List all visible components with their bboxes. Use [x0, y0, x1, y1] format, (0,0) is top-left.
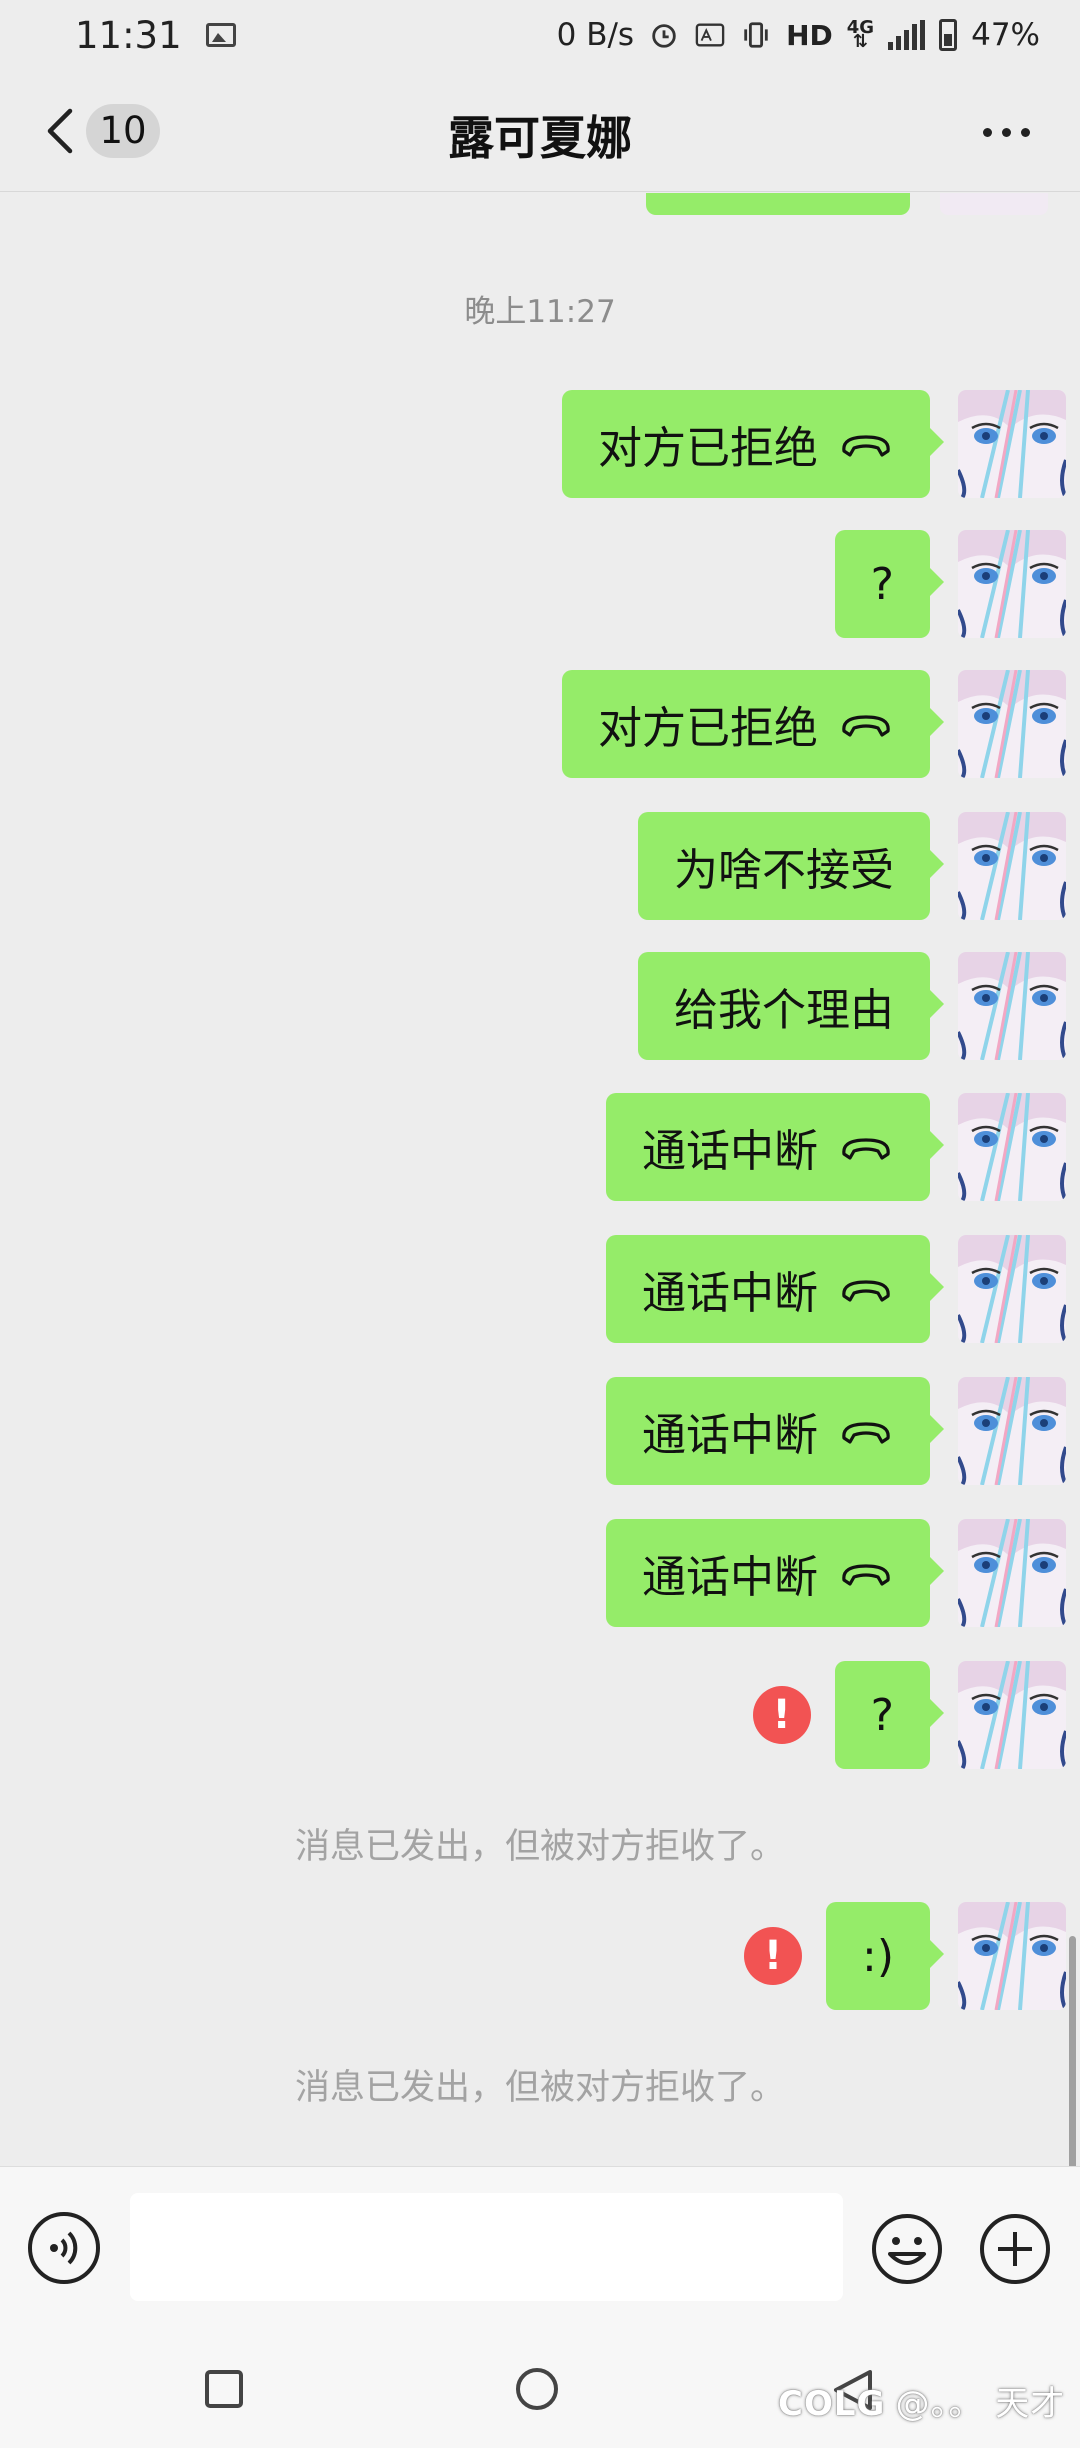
scrollbar[interactable]	[1069, 1936, 1076, 2166]
message-text: 给我个理由	[674, 985, 894, 1036]
avatar[interactable]	[958, 1661, 1066, 1769]
call-record-bubble[interactable]: 对方已拒绝	[562, 390, 944, 498]
message-text: ?	[870, 558, 894, 610]
auto-brightness-icon	[695, 23, 725, 47]
call-record-bubble[interactable]: 通话中断	[606, 1377, 944, 1485]
battery-level: 47%	[971, 17, 1040, 53]
previous-message-bubble	[646, 193, 910, 215]
avatar[interactable]	[958, 1377, 1066, 1485]
message-list[interactable]: 晚上11:27 对方已拒绝? 对方已拒绝 为啥不接受 给我个理由 通话中断 通话中断 通话中…	[0, 193, 1080, 2166]
message-row: 通话中断	[606, 1376, 1066, 1486]
avatar[interactable]	[958, 670, 1066, 778]
message-row: !:)	[744, 1901, 1066, 2011]
watermark-brand: COLG	[778, 2384, 886, 2424]
input-bar	[0, 2166, 1080, 2306]
alarm-icon	[652, 24, 676, 48]
recent-apps-button[interactable]	[205, 2370, 243, 2408]
status-time: 11:31	[75, 13, 182, 57]
message-text: 通话中断	[642, 1552, 818, 1603]
message-row: !?	[752, 1660, 1066, 1770]
call-record-bubble[interactable]: 通话中断	[606, 1235, 944, 1343]
call-record-bubble[interactable]: 通话中断	[606, 1519, 944, 1627]
system-nav-bar: COLG @。。 天才	[0, 2306, 1080, 2448]
message-row: 通话中断	[606, 1518, 1066, 1628]
previous-message-avatar	[940, 193, 1048, 215]
battery-icon	[939, 19, 958, 51]
plus-icon[interactable]	[978, 2212, 1052, 2286]
phone-hangup-icon	[842, 1280, 890, 1302]
chat-header: 10 露可夏娜	[0, 70, 1080, 192]
avatar[interactable]	[958, 1093, 1066, 1201]
send-failed-icon[interactable]: !	[744, 1927, 802, 1985]
rejected-notice: 消息已发出，但被对方拒收了。	[294, 2068, 785, 2108]
watermark-handle: @。。 天才	[895, 2384, 1066, 2424]
avatar[interactable]	[958, 812, 1066, 920]
message-text: 通话中断	[642, 1126, 818, 1177]
phone-hangup-icon	[842, 1564, 890, 1586]
network-type: 4G ⇅	[846, 17, 875, 52]
message-text: 为啥不接受	[674, 845, 894, 896]
network-speed: 0 B/s	[556, 17, 635, 53]
message-text: 通话中断	[642, 1268, 818, 1319]
message-row: 通话中断	[606, 1092, 1066, 1202]
message-text: 对方已拒绝	[598, 423, 818, 474]
gallery-icon	[205, 23, 236, 47]
message-row: 对方已拒绝	[562, 669, 1066, 779]
message-text: 通话中断	[642, 1410, 818, 1461]
message-bubble[interactable]: :)	[826, 1902, 944, 2010]
message-row: 通话中断	[606, 1234, 1066, 1344]
message-bubble[interactable]: 为啥不接受	[638, 812, 944, 920]
message-input[interactable]	[130, 2193, 843, 2301]
chat-title: 露可夏娜	[448, 111, 632, 165]
send-failed-icon[interactable]: !	[752, 1686, 811, 1744]
network-type-label: 4G	[846, 17, 875, 38]
rejected-notice: 消息已发出，但被对方拒收了。	[294, 1827, 785, 1867]
call-record-bubble[interactable]: 对方已拒绝	[562, 670, 944, 778]
message-bubble[interactable]: ?	[834, 1661, 945, 1769]
avatar[interactable]	[958, 952, 1066, 1060]
message-text: :)	[862, 1930, 894, 1982]
phone-hangup-icon	[842, 715, 890, 737]
phone-hangup-icon	[842, 435, 890, 457]
message-text: 对方已拒绝	[598, 703, 818, 754]
phone-hangup-icon	[842, 1422, 890, 1444]
avatar[interactable]	[958, 1519, 1066, 1627]
message-timestamp: 晚上11:27	[464, 294, 616, 330]
avatar[interactable]	[958, 390, 1066, 498]
signal-icon	[888, 20, 926, 50]
message-row: 对方已拒绝	[562, 389, 1066, 499]
watermark: COLG @。。 天才	[778, 2376, 1065, 2425]
message-row: ?	[834, 529, 1066, 639]
home-button[interactable]	[516, 2368, 558, 2410]
more-icon[interactable]	[983, 128, 1030, 137]
message-bubble[interactable]: 给我个理由	[638, 952, 944, 1060]
hd-indicator: HD	[786, 18, 833, 52]
avatar[interactable]	[958, 1235, 1066, 1343]
phone-hangup-icon	[842, 1138, 890, 1160]
message-row: 为啥不接受	[638, 811, 1066, 921]
voice-icon[interactable]	[28, 2212, 100, 2284]
message-text: ?	[870, 1689, 894, 1741]
avatar[interactable]	[958, 1902, 1066, 2010]
message-row: 给我个理由	[638, 951, 1066, 1061]
emoji-icon[interactable]	[870, 2212, 944, 2286]
vibrate-icon	[744, 22, 768, 48]
status-bar: 11:31 0 B/s HD 4G ⇅ 47%	[0, 0, 1080, 70]
message-bubble[interactable]: ?	[834, 530, 945, 638]
call-record-bubble[interactable]: 通话中断	[606, 1093, 944, 1201]
avatar[interactable]	[958, 530, 1066, 638]
